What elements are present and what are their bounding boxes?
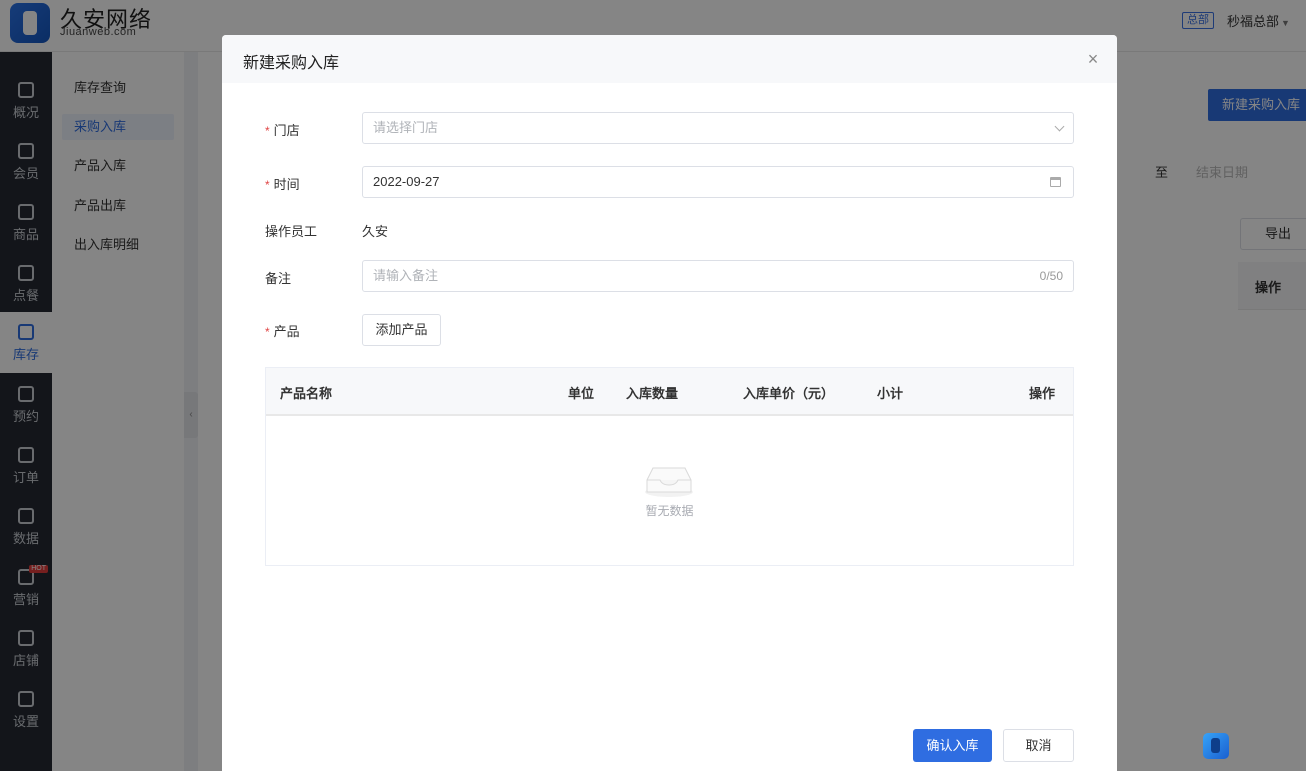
operator-value: 久安	[362, 224, 389, 239]
store-select[interactable]: 请选择门店	[362, 112, 1074, 144]
remark-label: 备注	[265, 271, 292, 286]
column-operation: 操作	[1029, 386, 1056, 401]
table-header: 产品名称 单位 入库数量 入库单价（元） 小计 操作	[266, 368, 1073, 416]
dialog-header: 新建采购入库 ×	[222, 35, 1117, 83]
product-label: * 产品	[265, 321, 300, 340]
required-mark: *	[265, 178, 270, 192]
time-label-text: 时间	[273, 177, 300, 192]
chevron-down-icon	[1054, 121, 1065, 132]
store-label-text: 门店	[273, 123, 300, 138]
date-value: 2022-09-27	[373, 174, 440, 189]
purchase-in-dialog: 新建采购入库 × * 门店 请选择门店 * 时间 2022-09-27 操作员工 久…	[222, 35, 1117, 771]
add-product-button[interactable]: 添加产品	[362, 314, 441, 346]
dialog-title: 新建采购入库	[243, 55, 340, 72]
product-table: 产品名称 单位 入库数量 入库单价（元） 小计 操作 暂无数据	[265, 367, 1074, 566]
operator-label: 操作员工	[265, 224, 318, 239]
column-quantity: 入库数量	[626, 386, 679, 401]
remark-input[interactable]: 请输入备注 0/50	[362, 260, 1074, 292]
column-unit: 单位	[568, 386, 595, 401]
column-product-name: 产品名称	[280, 386, 333, 401]
remark-char-counter: 0/50	[1039, 269, 1063, 283]
product-label-text: 产品	[273, 324, 300, 339]
close-icon[interactable]: ×	[1084, 47, 1102, 71]
store-placeholder: 请选择门店	[373, 120, 439, 135]
date-picker[interactable]: 2022-09-27	[362, 166, 1074, 198]
cancel-button[interactable]: 取消	[1003, 729, 1074, 762]
empty-text: 暂无数据	[645, 504, 694, 518]
confirm-in-button[interactable]: 确认入库	[913, 729, 992, 762]
required-mark: *	[265, 325, 270, 339]
empty-inbox-icon	[645, 467, 693, 497]
remark-placeholder: 请输入备注	[373, 268, 439, 283]
required-mark: *	[265, 124, 270, 138]
time-label: * 时间	[265, 174, 300, 193]
brand-float-icon[interactable]	[1203, 733, 1229, 759]
calendar-icon	[1050, 177, 1061, 187]
store-label: * 门店	[265, 120, 300, 139]
column-subtotal: 小计	[877, 386, 904, 401]
column-unit-price: 入库单价（元）	[743, 386, 835, 401]
